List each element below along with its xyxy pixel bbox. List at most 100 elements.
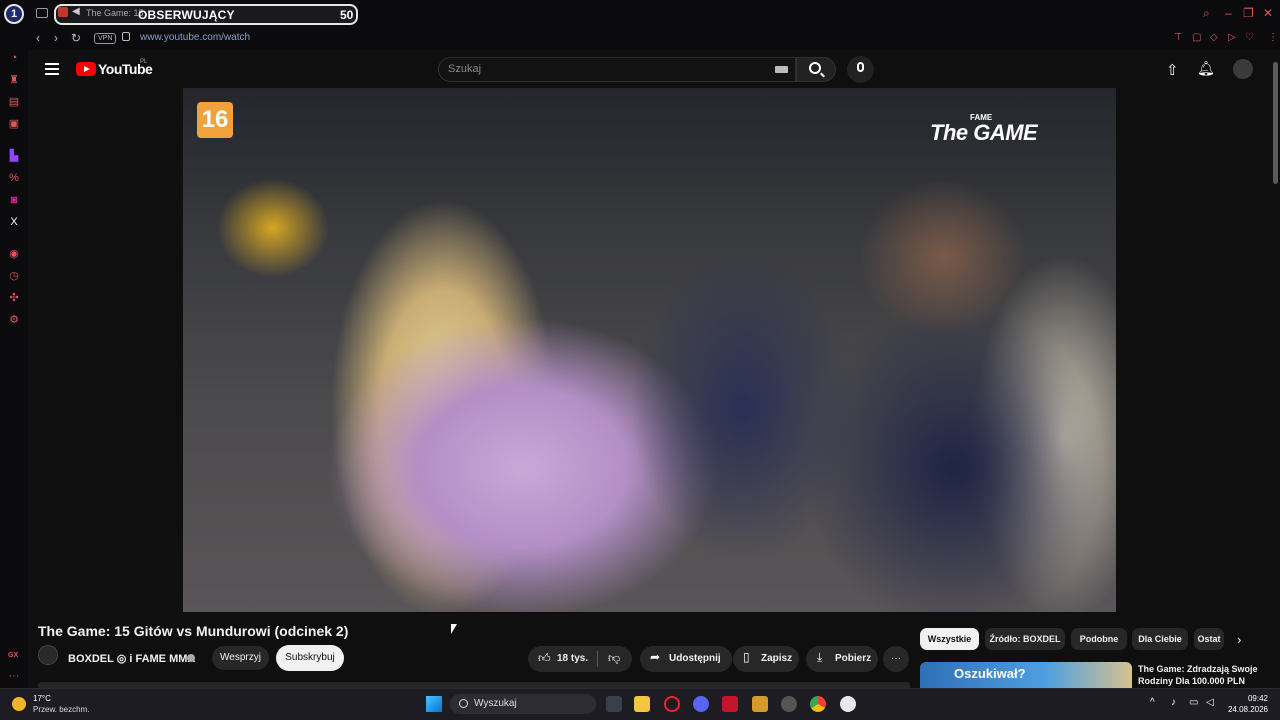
tab-overview-icon[interactable] bbox=[36, 8, 48, 18]
file-explorer-icon[interactable] bbox=[634, 696, 650, 712]
sidebar-more-icon[interactable]: ··· bbox=[8, 670, 20, 682]
share-label: Udostępnij bbox=[669, 653, 721, 664]
windows-start-icon[interactable] bbox=[426, 696, 442, 712]
snapshot-icon[interactable]: ▢ bbox=[1192, 32, 1201, 43]
weather-sun-icon[interactable] bbox=[12, 697, 26, 711]
volume-icon[interactable]: ◁ bbox=[1206, 697, 1214, 708]
chip-for-you[interactable]: Dla Ciebie bbox=[1132, 628, 1188, 650]
like-divider bbox=[597, 651, 598, 667]
youtube-favicon-icon bbox=[58, 7, 68, 17]
shield-icon[interactable]: ◇ bbox=[1210, 32, 1218, 43]
app-red-icon[interactable] bbox=[722, 696, 738, 712]
video-title: The Game: 15 Gitów vs Mundurowi (odcinek… bbox=[38, 623, 349, 639]
taskbar-search-box[interactable] bbox=[450, 694, 596, 714]
chip-recent[interactable]: Ostat bbox=[1194, 628, 1224, 650]
instagram-icon[interactable]: ◙ bbox=[8, 194, 20, 206]
microphone-tray-icon[interactable]: ♪ bbox=[1171, 697, 1176, 708]
lock-icon[interactable] bbox=[122, 32, 130, 41]
youtube-logo-icon[interactable] bbox=[76, 62, 96, 76]
channel-name[interactable]: BOXDEL ◎ i FAME MMA bbox=[68, 652, 195, 665]
taskbar-search-label: Wyszukaj bbox=[474, 698, 517, 709]
history-icon[interactable]: ◷ bbox=[8, 270, 20, 282]
join-button[interactable]: Wesprzyj bbox=[212, 646, 269, 670]
twitch-icon[interactable]: ▙ bbox=[8, 150, 20, 162]
clock-time[interactable]: 09:42 bbox=[1240, 694, 1268, 703]
download-label: Pobierz bbox=[835, 653, 872, 664]
restore-icon[interactable]: ❐ bbox=[1243, 6, 1254, 20]
like-count[interactable]: 18 tys. bbox=[557, 653, 588, 664]
menu-icon[interactable]: ⋮ bbox=[1268, 32, 1278, 43]
chrome-icon[interactable] bbox=[810, 696, 826, 712]
recommended-title[interactable]: The Game: Zdradzają Swoje Rodziny Dla 10… bbox=[1138, 663, 1268, 687]
settings-taskbar-icon[interactable] bbox=[781, 696, 797, 712]
clock-date[interactable]: 24.08.2026 bbox=[1219, 705, 1268, 714]
search-icon bbox=[809, 62, 821, 74]
player-sidebar-icon[interactable]: ◉ bbox=[8, 248, 20, 260]
weather-description[interactable]: Przew. bezchm. bbox=[33, 705, 89, 714]
download-icon: ⤓ bbox=[817, 650, 823, 664]
opera-gx-logo-icon[interactable]: 1 bbox=[4, 4, 24, 24]
more-actions-button[interactable]: ··· bbox=[883, 646, 909, 672]
follower-overlay-count: 50 bbox=[340, 8, 354, 22]
forward-icon[interactable]: › bbox=[54, 31, 58, 45]
player-icon[interactable]: ▷ bbox=[1228, 32, 1236, 43]
mouse-cursor-icon bbox=[451, 624, 457, 634]
verified-icon bbox=[187, 654, 195, 662]
discount-icon[interactable]: % bbox=[8, 172, 20, 184]
bookmark-icon: ▯ bbox=[743, 650, 750, 664]
chevron-right-icon[interactable]: › bbox=[1237, 632, 1241, 647]
microphone-icon bbox=[857, 62, 864, 72]
weather-temperature[interactable]: 17°C bbox=[33, 694, 51, 703]
wallet-icon[interactable]: ▤ bbox=[8, 96, 20, 108]
chip-all[interactable]: Wszystkie bbox=[920, 628, 979, 650]
gx-cleaner-icon[interactable]: ♜ bbox=[8, 74, 20, 86]
back-icon[interactable]: ‹ bbox=[36, 31, 40, 45]
subscribe-button[interactable]: Subskrybuj bbox=[276, 645, 344, 671]
chip-source-boxdel[interactable]: Źródło: BOXDEL bbox=[985, 628, 1065, 650]
chip-related[interactable]: Podobne bbox=[1071, 628, 1127, 650]
gx-label: GX bbox=[8, 652, 19, 659]
recommended-thumbnail-text: Oszukiwał? bbox=[954, 666, 1026, 681]
network-icon[interactable]: ▭ bbox=[1189, 697, 1198, 708]
pin-icon[interactable]: ⊤ bbox=[1174, 32, 1183, 43]
discord-icon[interactable] bbox=[693, 696, 709, 712]
search-placeholder: Szukaj bbox=[448, 63, 482, 75]
speaker-icon[interactable]: ◀ bbox=[72, 6, 80, 17]
share-icon: ➦ bbox=[650, 650, 661, 664]
age-rating-badge: 16 bbox=[197, 102, 233, 138]
minimize-icon[interactable]: – bbox=[1225, 6, 1232, 20]
reload-icon[interactable]: ↻ bbox=[71, 31, 81, 45]
url-field[interactable]: www.youtube.com/watch bbox=[140, 32, 250, 43]
gx-control-icon[interactable]: ◔ bbox=[8, 52, 20, 64]
taskbar-search-icon bbox=[459, 699, 468, 708]
watermark-the-game: The GAME bbox=[930, 120, 1038, 145]
opera-gx-taskbar-icon[interactable] bbox=[664, 696, 680, 712]
extensions-icon[interactable]: ✣ bbox=[8, 292, 20, 304]
tray-overflow-icon[interactable]: ^ bbox=[1150, 697, 1155, 708]
thumbs-down-icon[interactable]: 👎︎ bbox=[608, 651, 620, 666]
search-tabs-icon[interactable]: ⌕ bbox=[1203, 6, 1210, 21]
notifications-bell-icon[interactable]: 🔔︎ bbox=[1197, 60, 1215, 77]
search-input[interactable] bbox=[438, 57, 796, 82]
heart-icon[interactable]: ♡ bbox=[1245, 32, 1254, 43]
guide-menu-icon[interactable] bbox=[45, 63, 59, 75]
region-code: PL bbox=[140, 59, 148, 65]
settings-icon[interactable]: ⚙ bbox=[8, 314, 20, 326]
app-yellow-icon[interactable] bbox=[752, 696, 768, 712]
close-icon[interactable]: ✕ bbox=[1263, 6, 1273, 20]
channel-avatar[interactable] bbox=[38, 645, 58, 665]
tab-title: The Game: 15 bbox=[86, 8, 144, 18]
vpn-badge[interactable]: VPN bbox=[94, 33, 117, 44]
thumbs-up-icon[interactable]: 👍︎ bbox=[538, 651, 551, 666]
x-icon[interactable]: X bbox=[8, 216, 20, 228]
keyboard-icon[interactable] bbox=[775, 66, 788, 73]
task-view-icon[interactable] bbox=[606, 696, 622, 712]
app-white-icon[interactable] bbox=[840, 696, 856, 712]
account-avatar[interactable] bbox=[1233, 59, 1253, 79]
follower-overlay-label: OBSERWUJĄCY bbox=[138, 8, 235, 22]
scrollbar-thumb[interactable] bbox=[1273, 62, 1278, 184]
recommended-thumbnail[interactable] bbox=[920, 662, 1132, 688]
upload-icon[interactable]: ⇧ bbox=[1166, 61, 1179, 79]
news-icon[interactable]: ▣ bbox=[8, 118, 20, 130]
video-player[interactable] bbox=[183, 88, 1116, 612]
